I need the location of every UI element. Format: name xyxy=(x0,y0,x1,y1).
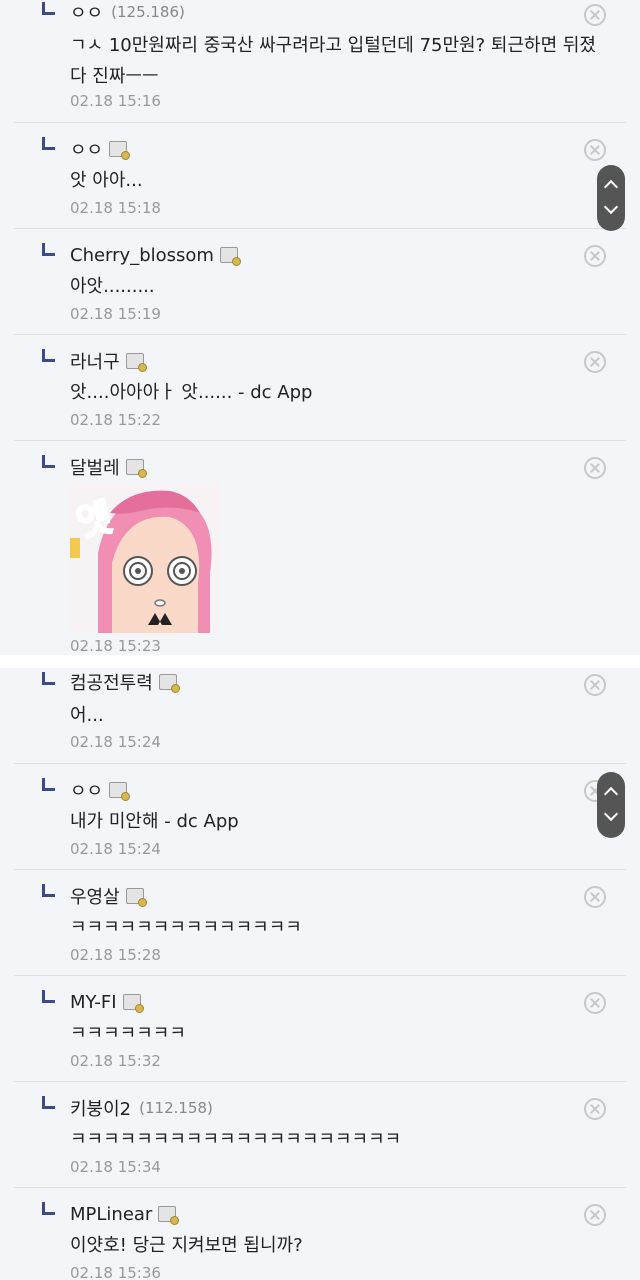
chevron-up-icon[interactable] xyxy=(603,179,619,195)
fixed-nickname-icon xyxy=(109,141,131,160)
delete-icon[interactable] xyxy=(584,1098,606,1120)
delete-icon[interactable] xyxy=(584,139,606,161)
reply-arrow-icon xyxy=(42,243,55,256)
scroll-button-top[interactable] xyxy=(597,165,625,231)
nickname[interactable]: 컴공전투력 xyxy=(70,669,153,695)
comment-author: 라너구 xyxy=(70,348,147,374)
comment-item: 우영살 ㅋㅋㅋㅋㅋㅋㅋㅋㅋㅋㅋㅋㅋㅋ 02.18 15:28 xyxy=(14,870,626,976)
delete-icon[interactable] xyxy=(584,674,606,696)
comment-list-section-1: ㅇㅇ (125.186) ㄱㅅ 10만원짜리 중국산 싸구려라고 입털던데 75… xyxy=(0,0,640,655)
comment-date: 02.18 15:28 xyxy=(70,946,161,964)
delete-icon[interactable] xyxy=(584,886,606,908)
reply-arrow-icon xyxy=(42,137,55,150)
nickname[interactable]: 달벌레 xyxy=(70,454,120,480)
chevron-down-icon[interactable] xyxy=(603,199,619,215)
ip-address: (112.158) xyxy=(139,1099,213,1117)
comment-author: ㅇㅇ xyxy=(70,136,131,162)
nickname[interactable]: ㅇㅇ xyxy=(70,777,103,803)
comment-date: 02.18 15:19 xyxy=(70,305,161,323)
nickname[interactable]: ㅇㅇ xyxy=(70,136,103,162)
reply-arrow-icon xyxy=(42,1202,55,1215)
comment-text: 어... xyxy=(70,705,104,726)
comment-date: 02.18 15:23 xyxy=(70,637,161,655)
comment-item: 라너구 앗....아아아ㅏ 앗...... - dc App 02.18 15:… xyxy=(14,335,626,441)
comment-item: Cherry_blossom 아앗......... 02.18 15:19 xyxy=(14,229,626,335)
comment-text: 내가 미안해 - dc App xyxy=(70,811,239,832)
fixed-nickname-icon xyxy=(109,782,131,801)
comment-author: MPLinear xyxy=(70,1202,180,1226)
comment-item: ㅇㅇ 내가 미안해 - dc App 02.18 15:24 xyxy=(14,764,626,870)
comment-text: 이얏호! 당근 지켜보면 됩니까? xyxy=(70,1235,303,1256)
comment-text: ㄱㅅ 10만원짜리 중국산 싸구려라고 입털던데 75만원? 퇴근하면 뒤졌다 … xyxy=(70,35,596,87)
delete-icon[interactable] xyxy=(584,992,606,1014)
comment-author: MY-FI xyxy=(70,990,144,1014)
comment-text: 아앗......... xyxy=(70,276,155,297)
comment-date: 02.18 15:34 xyxy=(70,1158,161,1176)
comment-date: 02.18 15:22 xyxy=(70,411,161,429)
fixed-nickname-icon xyxy=(125,459,147,478)
reply-arrow-icon xyxy=(42,990,55,1003)
chevron-up-icon[interactable] xyxy=(603,786,619,802)
reply-arrow-icon xyxy=(42,455,55,468)
comment-item: ㅇㅇ (125.186) ㄱㅅ 10만원짜리 중국산 싸구려라고 입털던데 75… xyxy=(14,0,626,123)
reply-arrow-icon xyxy=(42,1096,55,1109)
comment-text: ㅋㅋㅋㅋㅋㅋㅋㅋㅋㅋㅋㅋㅋㅋ xyxy=(70,917,302,938)
comment-text: 앗....아아아ㅏ 앗...... - dc App xyxy=(70,382,313,403)
reply-arrow-icon xyxy=(42,2,55,15)
comment-item: MY-FI ㅋㅋㅋㅋㅋㅋㅋ 02.18 15:32 xyxy=(14,976,626,1082)
comment-author: 우영살 xyxy=(70,883,147,909)
delete-icon[interactable] xyxy=(584,4,606,26)
comment-text: ㅋㅋㅋㅋㅋㅋㅋㅋㅋㅋㅋㅋㅋㅋㅋㅋㅋㅋㅋㅋ xyxy=(70,1129,402,1150)
fixed-nickname-icon xyxy=(125,888,147,907)
comment-date: 02.18 15:36 xyxy=(70,1264,161,1280)
reply-arrow-icon xyxy=(42,884,55,897)
delete-icon[interactable] xyxy=(584,351,606,373)
comment-text: 앗 아아... xyxy=(70,170,143,191)
nickname[interactable]: 키붕이2 xyxy=(70,1095,131,1121)
reply-arrow-icon xyxy=(42,349,55,362)
delete-icon[interactable] xyxy=(584,245,606,267)
comment-date: 02.18 15:18 xyxy=(70,199,161,217)
fixed-nickname-icon xyxy=(219,247,241,266)
comment-author: ㅇㅇ (125.186) xyxy=(70,0,185,24)
comment-item: 컴공전투력 어... 02.18 15:24 xyxy=(14,668,626,764)
nickname[interactable]: 라너구 xyxy=(70,348,120,374)
nickname[interactable]: ㅇㅇ xyxy=(70,0,103,25)
delete-icon[interactable] xyxy=(584,1204,606,1226)
comment-author: 달벌레 xyxy=(70,454,147,480)
nickname[interactable]: 우영살 xyxy=(70,883,120,909)
reply-arrow-icon xyxy=(42,778,55,791)
comment-item: 달벌레 엣 02.18 15:23 xyxy=(14,441,626,655)
fixed-nickname-icon xyxy=(158,1206,180,1225)
comment-text: ㅋㅋㅋㅋㅋㅋㅋ xyxy=(70,1023,186,1044)
comment-item: MPLinear 이얏호! 당근 지켜보면 됩니까? 02.18 15:36 xyxy=(14,1188,626,1280)
comment-author: Cherry_blossom xyxy=(70,243,241,267)
nickname[interactable]: MPLinear xyxy=(70,1204,152,1225)
comment-item: 키붕이2 (112.158) ㅋㅋㅋㅋㅋㅋㅋㅋㅋㅋㅋㅋㅋㅋㅋㅋㅋㅋㅋㅋ 02.1… xyxy=(14,1082,626,1188)
comment-author: ㅇㅇ xyxy=(70,777,131,803)
nickname[interactable]: MY-FI xyxy=(70,992,117,1013)
delete-icon[interactable] xyxy=(584,457,606,479)
comment-date: 02.18 15:24 xyxy=(70,840,161,858)
fixed-nickname-icon xyxy=(158,674,180,693)
comment-date: 02.18 15:32 xyxy=(70,1052,161,1070)
chevron-down-icon[interactable] xyxy=(603,806,619,822)
reply-arrow-icon xyxy=(42,672,55,685)
fixed-nickname-icon xyxy=(125,353,147,372)
comment-list-section-2: 컴공전투력 어... 02.18 15:24 ㅇㅇ 내가 미안해 - dc Ap… xyxy=(0,668,640,1280)
comment-date: 02.18 15:16 xyxy=(70,92,161,110)
comment-date: 02.18 15:24 xyxy=(70,733,161,751)
comment-author: 키붕이2 (112.158) xyxy=(70,1096,213,1120)
comment-item: ㅇㅇ 앗 아아... 02.18 15:18 xyxy=(14,123,626,229)
nickname[interactable]: Cherry_blossom xyxy=(70,245,214,266)
ip-address: (125.186) xyxy=(111,3,185,21)
fixed-nickname-icon xyxy=(122,994,144,1013)
comment-author: 컴공전투력 xyxy=(70,669,180,695)
dccon-sticker-image[interactable]: 엣 xyxy=(70,483,220,633)
scroll-button-bottom[interactable] xyxy=(597,772,625,838)
